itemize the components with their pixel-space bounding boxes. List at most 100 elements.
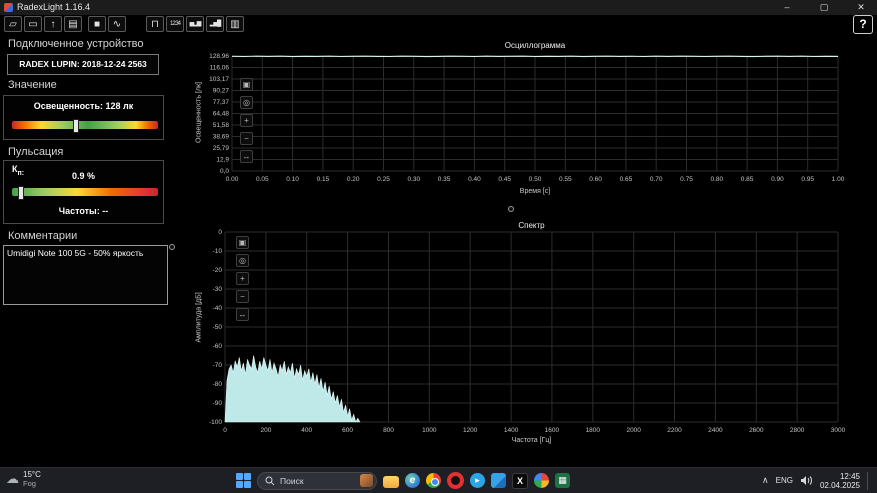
comments-resize-handle[interactable] xyxy=(169,244,175,250)
zoom-out-tool-button[interactable]: − xyxy=(240,132,253,145)
lux-slider[interactable] xyxy=(12,119,158,133)
x-tick-label: 2800 xyxy=(790,427,805,434)
lux-slider-thumb[interactable] xyxy=(73,119,80,133)
y-tick-label: -10 xyxy=(213,248,223,255)
open-file-button[interactable]: ▱ xyxy=(4,16,22,32)
oscillogram-chart[interactable]: 0.00 0.05 0.10 0.15 0.20 0.25 0.30 0.35 0.40 0.45… xyxy=(185,40,877,200)
x-tick-label: 0.00 xyxy=(226,176,239,183)
cloud-icon: ☁ xyxy=(6,471,19,486)
taskbar: ☁ 15°C Fog Поиск e ∧ ENG xyxy=(0,467,877,493)
zoom-tool-button[interactable]: ◎ xyxy=(240,96,253,109)
kp-slider[interactable] xyxy=(12,186,158,200)
system-tray: ∧ ENG 12:45 02.04.2025 xyxy=(762,468,871,493)
clock[interactable]: 12:45 02.04.2025 xyxy=(820,472,860,490)
x-tick-label: 2200 xyxy=(667,427,682,434)
y-tick-label: 128,96 xyxy=(209,53,229,60)
kp-slider-thumb[interactable] xyxy=(17,186,24,200)
weather-widget[interactable]: ☁ 15°C Fog xyxy=(6,470,41,488)
clock-date: 02.04.2025 xyxy=(819,480,860,490)
device-heading: Подключенное устройство xyxy=(8,38,144,50)
x-tick-label: 1600 xyxy=(545,427,560,434)
vscode-icon[interactable] xyxy=(491,473,506,488)
x-tick-label: 0.55 xyxy=(559,176,572,183)
zoom-tool-button[interactable]: ◎ xyxy=(236,254,249,267)
zoom-out-tool-button[interactable]: − xyxy=(236,290,249,303)
y-tick-label: -30 xyxy=(213,286,223,293)
x-tick-label: 0.50 xyxy=(529,176,542,183)
save-file-button[interactable]: ▭ xyxy=(24,16,42,32)
chrome-icon[interactable] xyxy=(426,473,441,488)
display-mode-button[interactable]: ■ xyxy=(88,16,106,32)
histogram-view-button[interactable]: ▅▂▆ xyxy=(186,16,204,32)
x-tick-label: 3000 xyxy=(831,427,846,434)
y-tick-label: 103,17 xyxy=(209,76,229,83)
y-tick-label: -60 xyxy=(213,343,223,350)
telegram-icon[interactable] xyxy=(470,473,485,488)
close-button[interactable]: ✕ xyxy=(846,0,876,15)
x-tick-label: 0.85 xyxy=(741,176,754,183)
x-tick-label: 400 xyxy=(301,427,312,434)
excel-icon[interactable] xyxy=(555,473,570,488)
zoom-in-tool-button[interactable]: + xyxy=(240,114,253,127)
volume-icon[interactable] xyxy=(800,475,813,486)
x-tick-label: 0.95 xyxy=(801,176,814,183)
timer-view-button[interactable]: 12:34 xyxy=(166,16,184,32)
oscillogram-view-button[interactable]: ∿ xyxy=(108,16,126,32)
x-tick-label: 1.00 xyxy=(832,176,845,183)
kp-value: 0.9 % xyxy=(71,171,95,181)
start-button[interactable] xyxy=(236,473,251,488)
weather-condition: Fog xyxy=(23,479,36,488)
y-tick-label: 51,58 xyxy=(213,122,230,129)
export-button[interactable]: ↑ xyxy=(44,16,62,32)
opera-icon[interactable] xyxy=(447,472,464,489)
select-tool-button[interactable]: ▣ xyxy=(236,236,249,249)
x-icon[interactable] xyxy=(512,472,528,489)
spectrum-chart[interactable]: 0 200 400 600 800 1000 1200 1400 1600 1800 2000 220… xyxy=(185,218,877,450)
y-tick-label: 12,9 xyxy=(216,157,229,164)
comments-input[interactable]: Umidigi Note 100 5G - 50% яркость xyxy=(3,245,168,305)
app-icon xyxy=(4,3,13,12)
pan-tool-button[interactable]: ↔ xyxy=(240,150,253,163)
x-tick-label: 1200 xyxy=(463,427,478,434)
edge-icon[interactable]: e xyxy=(405,473,420,488)
zoom-in-tool-button[interactable]: + xyxy=(236,272,249,285)
device-settings-button[interactable]: ▤ xyxy=(64,16,82,32)
x-tick-label: 0.65 xyxy=(620,176,633,183)
y-tick-label: 38,69 xyxy=(213,134,230,141)
x-tick-label: 0.90 xyxy=(771,176,784,183)
language-indicator[interactable]: ENG xyxy=(776,476,793,485)
y-tick-label: 0 xyxy=(218,229,222,236)
pan-tool-button[interactable]: ↔ xyxy=(236,308,249,321)
pulsation-heading: Пульсация xyxy=(8,146,64,158)
search-input[interactable]: Поиск xyxy=(257,471,377,490)
pulse-view-button[interactable]: ⊓ xyxy=(146,16,164,32)
weather-temp: 15°C xyxy=(23,470,41,479)
minimize-button[interactable]: – xyxy=(772,0,802,15)
spectrum-tools: ▣ ◎ + − ↔ xyxy=(236,236,251,326)
tray-chevron-icon[interactable]: ∧ xyxy=(762,475,769,486)
search-highlight-image xyxy=(360,474,373,487)
x-tick-label: 2400 xyxy=(708,427,723,434)
x-tick-label: 0.35 xyxy=(438,176,451,183)
photos-icon[interactable] xyxy=(534,473,549,488)
show-desktop-button[interactable] xyxy=(867,471,871,490)
file-explorer-icon[interactable] xyxy=(383,475,399,488)
help-button[interactable]: ? xyxy=(853,15,873,34)
layout-view-button[interactable]: ▥ xyxy=(226,16,244,32)
splitter-handle[interactable] xyxy=(508,206,514,212)
x-tick-label: 1800 xyxy=(586,427,601,434)
select-tool-button[interactable]: ▣ xyxy=(240,78,253,91)
x-tick-label: 0.10 xyxy=(286,176,299,183)
spectrum-view-button[interactable]: ▂▅█ xyxy=(206,16,224,32)
y-tick-label: 64,48 xyxy=(213,111,230,118)
search-placeholder: Поиск xyxy=(280,475,304,486)
x-tick-label: 1400 xyxy=(504,427,519,434)
y-tick-label: -20 xyxy=(213,267,223,274)
x-tick-label: 0.25 xyxy=(377,176,390,183)
x-tick-label: 2000 xyxy=(626,427,641,434)
x-tick-label: 0.05 xyxy=(256,176,269,183)
y-tick-label: 25,79 xyxy=(213,145,230,152)
toolbar: ▱ ▭ ↑ ▤ ■ ∿ ⊓ 12:34 ▅▂▆ ▂▅█ ▥ xyxy=(0,15,877,34)
maximize-button[interactable]: ▢ xyxy=(809,0,839,15)
x-tick-label: 600 xyxy=(342,427,353,434)
